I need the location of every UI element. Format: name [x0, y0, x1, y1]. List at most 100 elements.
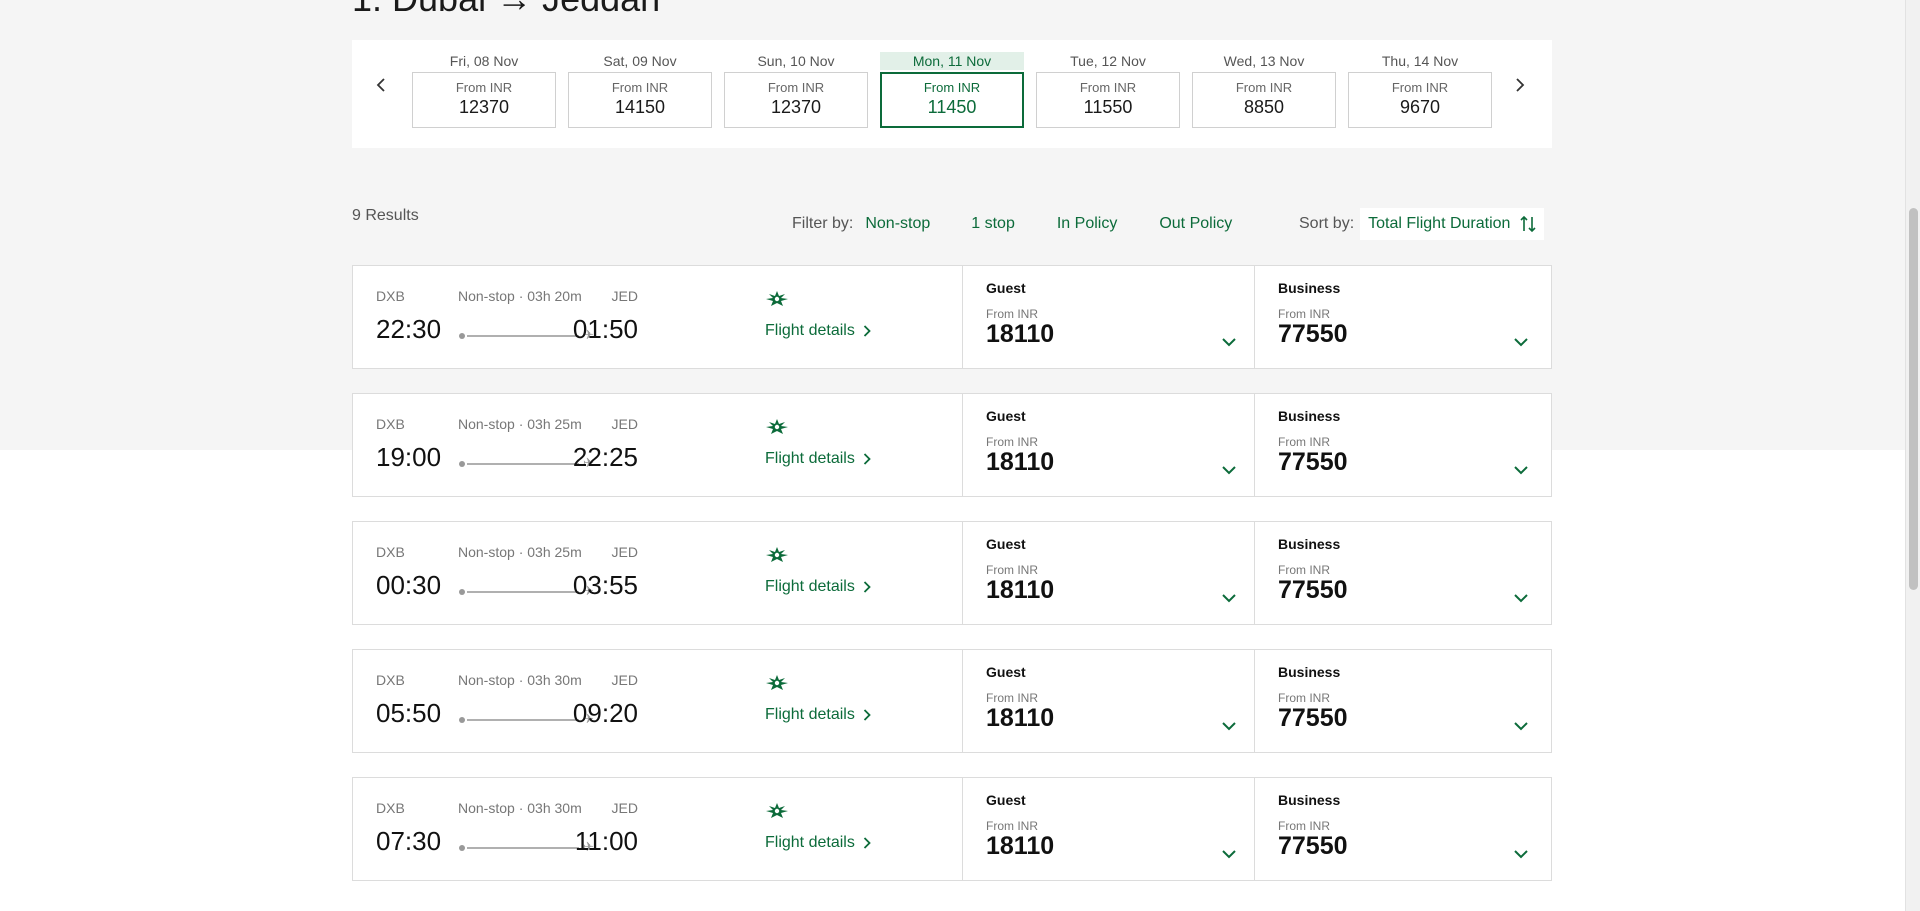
arrival-time: 11:00: [574, 826, 638, 856]
departure-time: 07:30: [376, 826, 442, 856]
saudia-logo-icon: [765, 802, 789, 820]
chevron-right-icon: [855, 581, 871, 593]
origin-code: DXB: [376, 672, 405, 688]
fare-option-guest[interactable]: Guest From INR 18110: [962, 650, 1254, 752]
date-from-label: From INR: [1391, 80, 1449, 95]
date-price-box[interactable]: From INR 12370: [412, 72, 556, 128]
next-dates-button[interactable]: [1508, 70, 1532, 100]
flight-duration: Non-stop · 03h 30m: [458, 672, 582, 688]
fare-option-business[interactable]: Business From INR 77550: [1254, 522, 1551, 624]
fare-name: Guest: [986, 664, 1026, 680]
fare-price: 18110: [986, 832, 1055, 860]
fare-option-guest[interactable]: Guest From INR 18110: [962, 522, 1254, 624]
date-price-box[interactable]: From INR 11450: [880, 72, 1024, 128]
arrival-time: 22:25: [572, 442, 638, 472]
departure-time: 22:30: [376, 314, 442, 344]
chevron-down-icon[interactable]: [1221, 590, 1237, 603]
fare-option-business[interactable]: Business From INR 77550: [1254, 778, 1551, 880]
flight-card: DXB Non-stop · 03h 30m JED 05:50 ✈ 09:20 Fligh…: [352, 649, 1552, 753]
date-option[interactable]: Tue, 12 Nov From INR 11550: [1036, 52, 1180, 128]
sort-arrows-icon: [1520, 215, 1537, 233]
fare-option-guest[interactable]: Guest From INR 18110: [962, 778, 1254, 880]
chevron-down-icon[interactable]: [1221, 846, 1237, 859]
flight-details-link[interactable]: Flight details: [765, 322, 871, 340]
fare-from-label: From INR: [1278, 691, 1330, 705]
date-option[interactable]: Wed, 13 Nov From INR 8850: [1192, 52, 1336, 128]
fare-option-business[interactable]: Business From INR 77550: [1254, 650, 1551, 752]
flight-details-label: Flight details: [765, 322, 855, 339]
fare-from-label: From INR: [986, 307, 1038, 321]
fare-price: 18110: [986, 704, 1055, 732]
destination-code: JED: [611, 416, 638, 432]
scrollbar[interactable]: [1905, 0, 1920, 911]
date-option[interactable]: Sat, 09 Nov From INR 14150: [568, 52, 712, 128]
fare-from-label: From INR: [1278, 307, 1330, 321]
fare-from-label: From INR: [986, 691, 1038, 705]
date-option[interactable]: Sun, 10 Nov From INR 12370: [724, 52, 868, 128]
date-price-box[interactable]: From INR 12370: [724, 72, 868, 128]
date-price-box[interactable]: From INR 11550: [1036, 72, 1180, 128]
date-label: Mon, 11 Nov: [880, 52, 1024, 70]
date-label: Fri, 08 Nov: [449, 53, 519, 69]
chevron-down-icon[interactable]: [1513, 846, 1529, 859]
sort-label: Sort by:: [1299, 215, 1355, 232]
flight-details-link[interactable]: Flight details: [765, 578, 871, 596]
fare-option-business[interactable]: Business From INR 77550: [1254, 394, 1551, 496]
fare-name: Business: [1278, 536, 1341, 552]
chevron-down-icon[interactable]: [1221, 462, 1237, 475]
date-from-label: From INR: [455, 80, 513, 95]
flight-details-link[interactable]: Flight details: [765, 706, 871, 724]
date-label: Tue, 12 Nov: [1070, 53, 1146, 69]
saudia-logo-icon: [765, 290, 789, 308]
date-price-box[interactable]: From INR 8850: [1192, 72, 1336, 128]
saudia-logo-icon: [765, 674, 789, 692]
path-rule: [467, 847, 579, 849]
filter-non-stop[interactable]: Non-stop: [865, 215, 930, 233]
chevron-down-icon[interactable]: [1513, 590, 1529, 603]
destination-code: JED: [611, 672, 638, 688]
scrollbar-thumb[interactable]: [1909, 208, 1918, 590]
date-label: Wed, 13 Nov: [1223, 53, 1305, 69]
date-option-selected[interactable]: Mon, 11 Nov From INR 11450: [880, 52, 1024, 128]
fare-price: 77550: [1278, 576, 1348, 604]
filter-out-policy[interactable]: Out Policy: [1159, 215, 1232, 233]
chevron-down-icon[interactable]: [1513, 462, 1529, 475]
filter-in-policy[interactable]: In Policy: [1057, 215, 1117, 233]
sort-value: Total Flight Duration: [1368, 215, 1511, 232]
chevron-down-icon[interactable]: [1513, 334, 1529, 347]
saudia-logo-icon: [765, 418, 789, 436]
filter-bar: Filter by: Non-stop 1 stop In Policy Out…: [792, 213, 1232, 235]
chevron-left-icon: [376, 78, 385, 92]
route-title: 1. Dubai → Jeddah: [352, 0, 660, 20]
origin-dot: [459, 845, 465, 851]
date-price: 12370: [458, 97, 510, 117]
flight-details-label: Flight details: [765, 834, 855, 851]
chevron-down-icon[interactable]: [1221, 334, 1237, 347]
sort-select[interactable]: Total Flight Duration: [1360, 208, 1545, 240]
fare-from-label: From INR: [986, 819, 1038, 833]
date-price-box[interactable]: From INR 14150: [568, 72, 712, 128]
date-option[interactable]: Fri, 08 Nov From INR 12370: [412, 52, 556, 128]
chevron-down-icon[interactable]: [1221, 718, 1237, 731]
fare-option-guest[interactable]: Guest From INR 18110: [962, 394, 1254, 496]
filter-1-stop[interactable]: 1 stop: [971, 215, 1015, 233]
flight-details-link[interactable]: Flight details: [765, 834, 871, 852]
chevron-down-icon[interactable]: [1513, 718, 1529, 731]
fare-from-label: From INR: [1278, 435, 1330, 449]
date-price-box[interactable]: From INR 9670: [1348, 72, 1492, 128]
path-rule: [467, 719, 579, 721]
fare-price: 77550: [1278, 448, 1348, 476]
flight-duration: Non-stop · 03h 25m: [458, 544, 582, 560]
fare-option-guest[interactable]: Guest From INR 18110: [962, 266, 1254, 368]
fare-name: Business: [1278, 664, 1341, 680]
fare-option-business[interactable]: Business From INR 77550: [1254, 266, 1551, 368]
path-rule: [467, 591, 579, 593]
date-price: 8850: [1243, 97, 1285, 117]
arrival-time: 01:50: [572, 314, 638, 344]
flight-details-link[interactable]: Flight details: [765, 450, 871, 468]
origin-dot: [459, 333, 465, 339]
prev-dates-button[interactable]: [369, 70, 393, 100]
fare-name: Guest: [986, 408, 1026, 424]
destination-code: JED: [611, 544, 638, 560]
date-option[interactable]: Thu, 14 Nov From INR 9670: [1348, 52, 1492, 128]
